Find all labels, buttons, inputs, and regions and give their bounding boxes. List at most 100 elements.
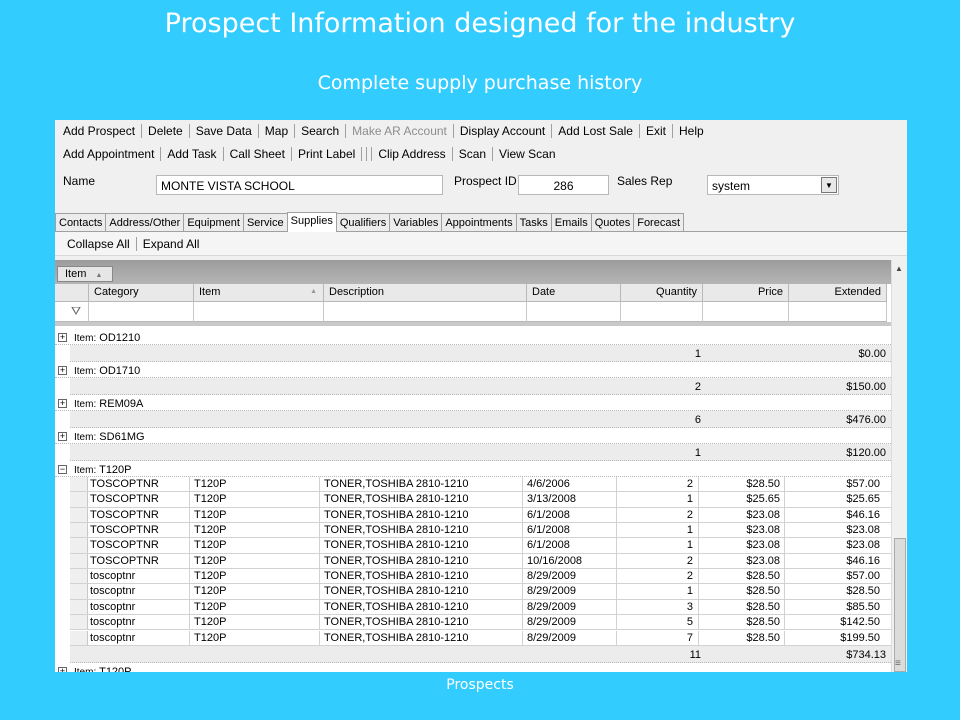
table-row[interactable]: toscoptnr T120P TONER,TOSHIBA 2810-1210 8/2… <box>70 630 891 646</box>
add-prospect-button[interactable]: Add Prospect <box>59 124 139 138</box>
group-by-item-chip[interactable]: Item ▲ <box>57 266 113 282</box>
row-selector[interactable] <box>70 553 88 569</box>
tab-supplies[interactable]: Supplies <box>286 212 337 232</box>
help-button[interactable]: Help <box>675 124 708 138</box>
search-button[interactable]: Search <box>297 124 343 138</box>
column-header-item[interactable]: Item ▲ <box>194 284 324 302</box>
tab-qualifiers[interactable]: Qualifiers <box>335 213 391 231</box>
column-header-price[interactable]: Price <box>703 284 789 302</box>
tab-appointments[interactable]: Appointments <box>441 213 517 231</box>
row-selector[interactable] <box>70 507 88 522</box>
scroll-thumb[interactable] <box>894 538 906 672</box>
expand-all-button[interactable]: Expand All <box>139 237 204 251</box>
expand-icon[interactable]: + <box>58 366 67 375</box>
delete-button[interactable]: Delete <box>144 124 187 138</box>
collapse-icon[interactable]: − <box>58 465 67 474</box>
group-header[interactable]: + Item: T120P <box>55 663 891 672</box>
tab-equipment[interactable]: Equipment <box>183 213 244 231</box>
group-header[interactable]: − Item: T120P <box>55 461 891 477</box>
view-scan-button[interactable]: View Scan <box>495 147 559 161</box>
column-divider <box>189 507 190 522</box>
prospect-id-label: Prospect ID <box>454 174 517 188</box>
sales-rep-select[interactable]: system ▼ <box>707 175 839 195</box>
table-row[interactable]: toscoptnr T120P TONER,TOSHIBA 2810-1210 8/2… <box>70 584 891 600</box>
filter-cell-date[interactable] <box>527 302 621 322</box>
call-sheet-button[interactable]: Call Sheet <box>226 147 289 161</box>
prospect-id-field[interactable]: 286 <box>518 175 609 195</box>
group-header[interactable]: + Item: OD1210 <box>55 329 891 345</box>
map-button[interactable]: Map <box>261 124 292 138</box>
display-account-button[interactable]: Display Account <box>456 124 549 138</box>
scroll-up-icon[interactable]: ▲ <box>895 264 903 273</box>
column-header-description[interactable]: Description <box>324 284 527 302</box>
group-total-quantity: 2 <box>694 381 701 393</box>
group-header[interactable]: + Item: SD61MG <box>55 428 891 444</box>
add-lost-sale-button[interactable]: Add Lost Sale <box>554 124 637 138</box>
cell-date: 8/29/2009 <box>527 585 576 598</box>
table-row[interactable]: TOSCOPTNR T120P TONER,TOSHIBA 2810-1210 6/1… <box>70 507 891 523</box>
exit-button[interactable]: Exit <box>642 124 670 138</box>
column-header-category[interactable]: Category <box>89 284 194 302</box>
expand-icon[interactable]: + <box>58 333 67 342</box>
name-field[interactable]: MONTE VISTA SCHOOL <box>156 175 443 195</box>
table-row[interactable]: toscoptnr T120P TONER,TOSHIBA 2810-1210 8/2… <box>70 615 891 631</box>
filter-cell-description[interactable] <box>324 302 527 322</box>
row-selector[interactable] <box>70 599 88 615</box>
collapse-all-button[interactable]: Collapse All <box>63 237 134 251</box>
expand-icon[interactable]: + <box>58 399 67 408</box>
scan-button[interactable]: Scan <box>455 147 490 161</box>
table-row[interactable]: TOSCOPTNR T120P TONER,TOSHIBA 2810-1210 4/6… <box>70 477 891 493</box>
column-header-extended[interactable]: Extended <box>789 284 887 302</box>
column-divider <box>784 569 785 584</box>
add-appointment-button[interactable]: Add Appointment <box>59 147 158 161</box>
group-header[interactable]: + Item: OD1710 <box>55 362 891 378</box>
row-selector[interactable] <box>70 477 88 492</box>
table-row[interactable]: toscoptnr T120P TONER,TOSHIBA 2810-1210 8/2… <box>70 569 891 585</box>
table-row[interactable]: TOSCOPTNR T120P TONER,TOSHIBA 2810-1210 6/1… <box>70 538 891 554</box>
row-selector[interactable] <box>70 492 88 507</box>
group-header[interactable]: + Item: REM09A <box>55 395 891 411</box>
tab-forecast[interactable]: Forecast <box>633 213 685 231</box>
tab-quotes[interactable]: Quotes <box>590 213 635 231</box>
cell-quantity: 3 <box>686 600 693 613</box>
expand-icon[interactable]: + <box>58 432 67 441</box>
save-data-button[interactable]: Save Data <box>192 124 256 138</box>
group-total-quantity: 11 <box>689 648 701 661</box>
column-divider <box>616 507 617 522</box>
filter-cell-item[interactable] <box>194 302 324 322</box>
column-header-date[interactable]: Date <box>527 284 621 302</box>
row-selector[interactable] <box>70 538 88 553</box>
table-row[interactable]: toscoptnr T120P TONER,TOSHIBA 2810-1210 8/2… <box>70 599 891 616</box>
column-header-quantity[interactable]: Quantity <box>621 284 703 302</box>
filter-cell-category[interactable] <box>89 302 194 322</box>
cell-date: 8/29/2009 <box>527 600 576 613</box>
vertical-scrollbar[interactable]: ▲ ≡ <box>891 260 907 672</box>
menu-bar-secondary: Add Appointment Add Task Call Sheet Print L… <box>55 142 907 166</box>
tab-contacts[interactable]: Contacts <box>55 213 107 231</box>
tab-address-other[interactable]: Address/Other <box>105 213 185 231</box>
table-row[interactable]: TOSCOPTNR T120P TONER,TOSHIBA 2810-1210 3/1… <box>70 492 891 508</box>
row-selector[interactable] <box>70 630 88 645</box>
add-task-button[interactable]: Add Task <box>163 147 220 161</box>
tab-emails[interactable]: Emails <box>550 213 592 231</box>
filter-cell-extended[interactable] <box>789 302 887 322</box>
row-selector[interactable] <box>70 523 88 538</box>
filter-cell-price[interactable] <box>703 302 789 322</box>
print-label-button[interactable]: Print Label <box>294 147 359 161</box>
row-selector[interactable] <box>70 584 88 599</box>
chevron-down-icon[interactable]: ▼ <box>821 177 837 193</box>
clip-address-button[interactable]: Clip Address <box>374 147 449 161</box>
row-selector[interactable] <box>70 615 88 630</box>
filter-icon[interactable]: ⛛ <box>71 304 81 319</box>
filter-cell-quantity[interactable] <box>621 302 703 322</box>
row-selector[interactable] <box>70 569 88 584</box>
tab-service[interactable]: Service <box>242 213 288 231</box>
expand-icon[interactable]: + <box>58 666 67 672</box>
make-ar-account-button[interactable]: Make AR Account <box>348 124 451 138</box>
column-divider <box>698 599 699 615</box>
tab-variables[interactable]: Variables <box>389 213 443 231</box>
table-row[interactable]: TOSCOPTNR T120P TONER,TOSHIBA 2810-1210 6/1… <box>70 523 891 539</box>
tab-tasks[interactable]: Tasks <box>515 213 552 231</box>
table-row[interactable]: TOSCOPTNR T120P TONER,TOSHIBA 2810-1210 10/… <box>70 553 891 570</box>
column-divider <box>784 477 785 492</box>
